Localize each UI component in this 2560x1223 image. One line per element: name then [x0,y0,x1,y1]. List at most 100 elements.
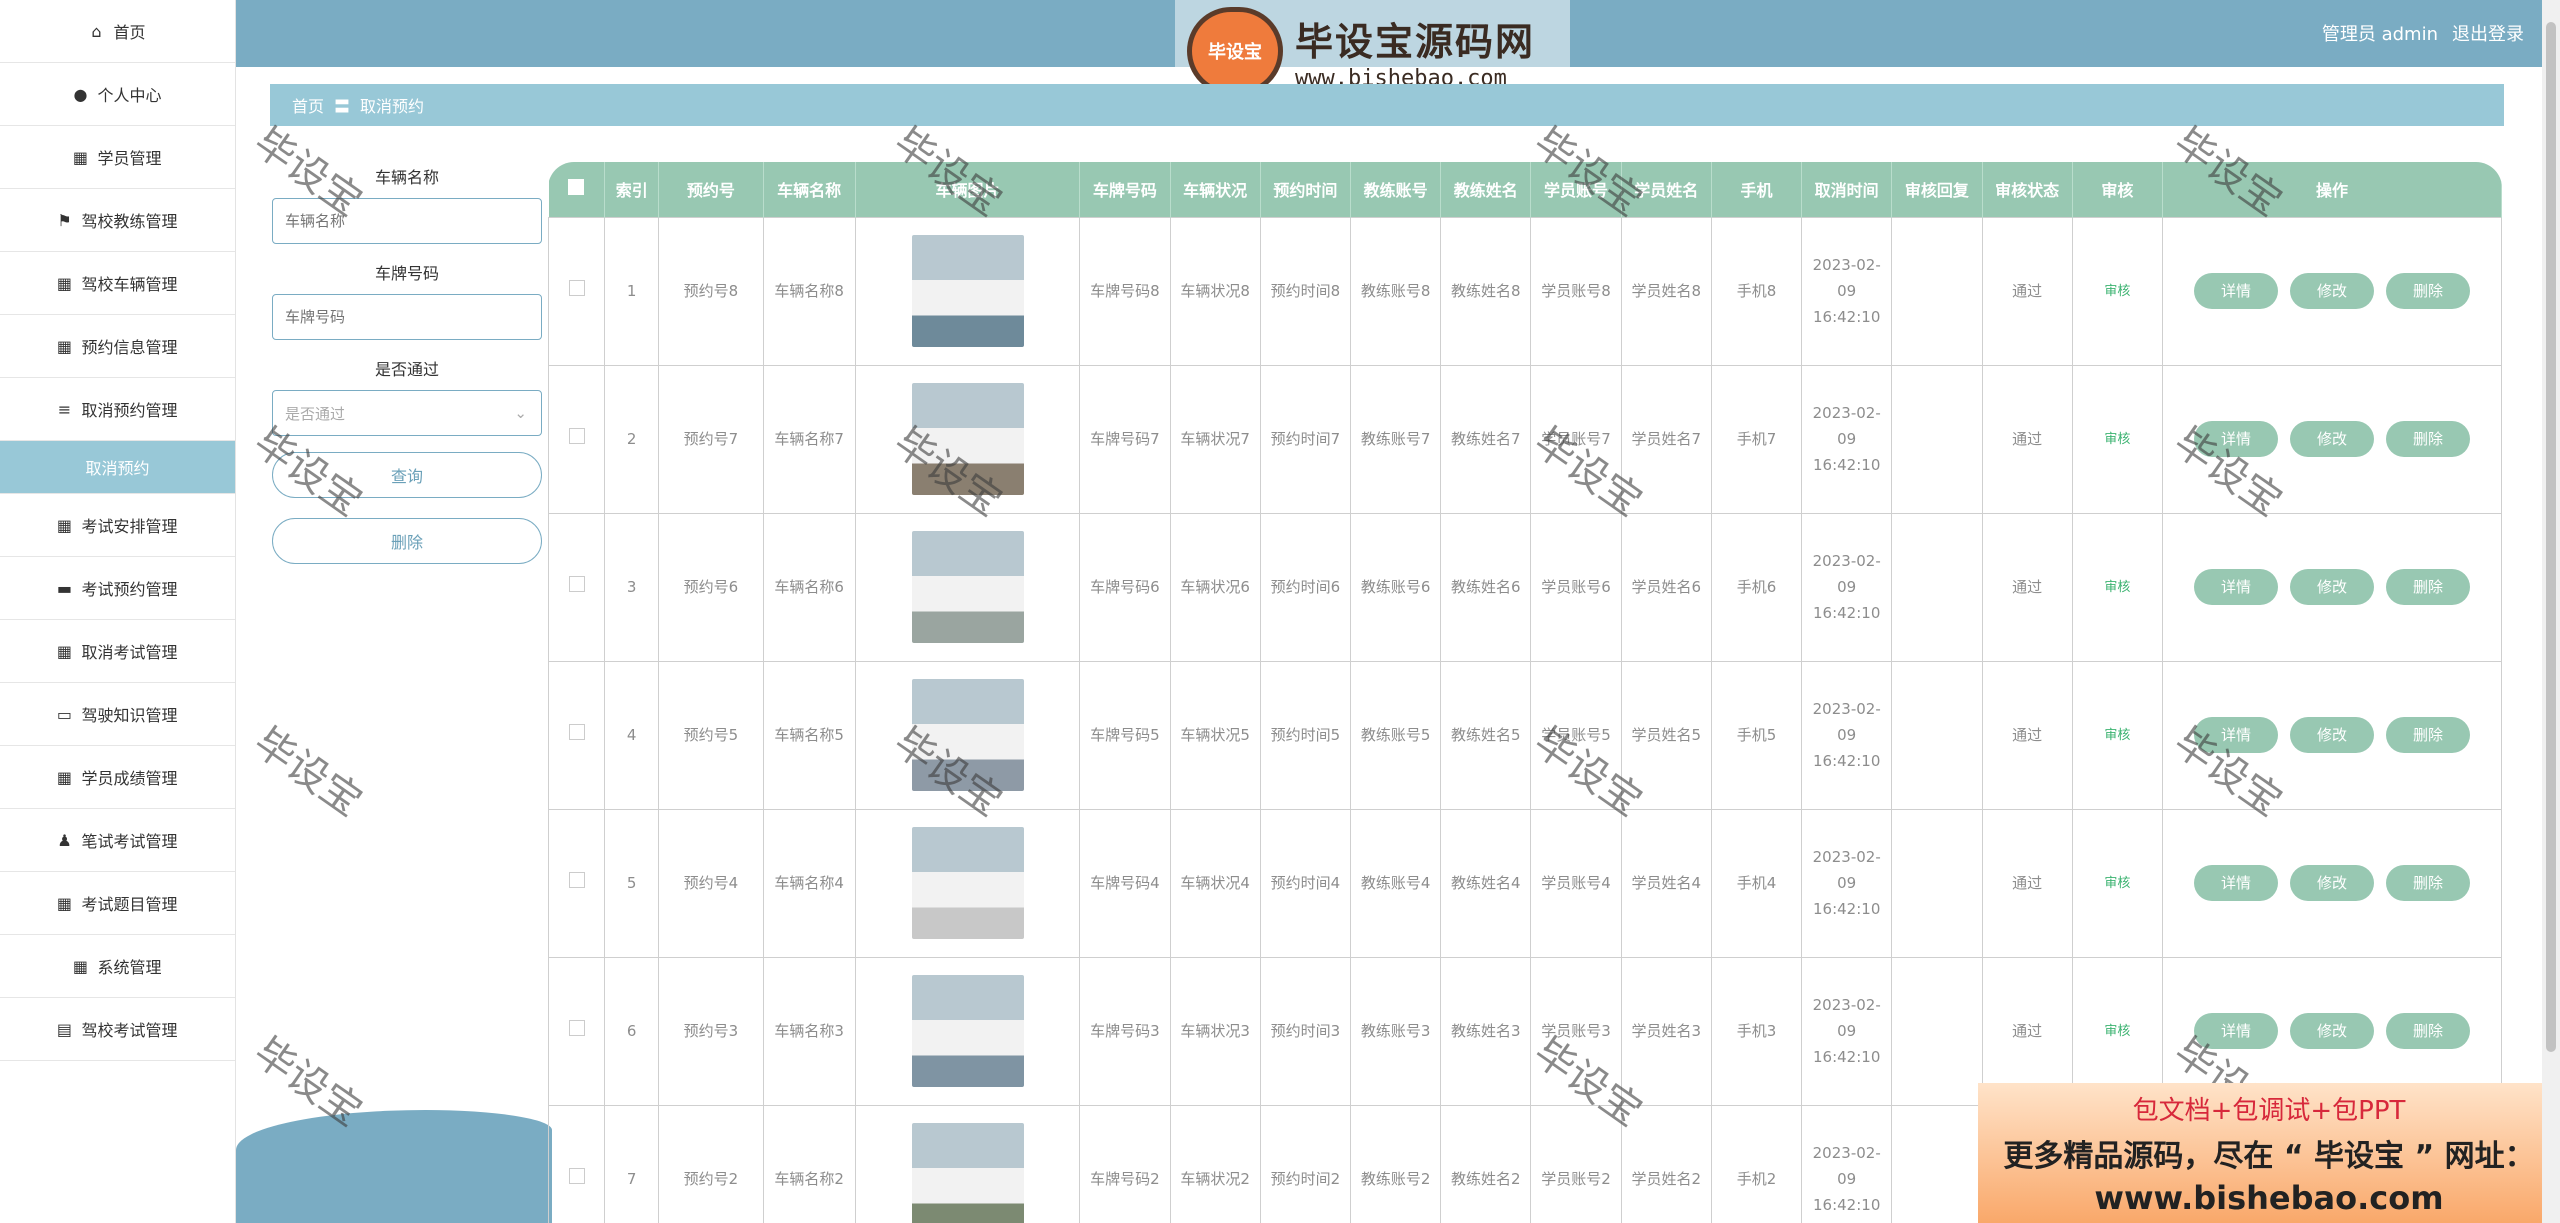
cell-cancel: 2023-02-09 16:42:10 [1801,512,1893,662]
sidebar-item-15[interactable]: ▦ 系统管理 [0,935,235,998]
edit-button[interactable]: 修改 [2289,865,2374,901]
detail-button[interactable]: 详情 [2193,273,2278,309]
vehicle-photo[interactable] [911,235,1024,347]
select-all-header[interactable] [548,162,606,217]
cell-cname: 教练姓名4 [1440,808,1532,958]
delete-row-button[interactable]: 删除 [2385,569,2470,605]
grid-icon: ▦ [56,767,73,787]
edit-button[interactable]: 修改 [2289,1013,2374,1049]
cell-cacc: 教练账号6 [1349,512,1442,662]
audit-link[interactable]: 审核 [2104,284,2130,299]
sidebar-item-6[interactable]: ≡ 取消预约管理 [0,378,235,441]
row-checkbox[interactable] [568,576,585,592]
sidebar-item-16[interactable]: ▤ 驾校考试管理 [0,998,235,1061]
promo-line-1: 包文档+包调试+包PPT [2132,1095,2406,1126]
vehicle-photo[interactable] [911,531,1024,643]
audit-link[interactable]: 审核 [2104,728,2130,743]
cancel-booking-table: 索引 预约号 车辆名称 车辆图片 车牌号码 车辆状况 预约时间 教练账号 教练姓名 学员账号 学员姓… [548,162,2502,1223]
row-select-cell [548,956,606,1106]
cell-index: 3 [604,512,660,662]
row-checkbox[interactable] [568,280,585,296]
sidebar-item-8[interactable]: ▦ 考试安排管理 [0,494,235,557]
sidebar-item-7[interactable]: 取消预约 [0,441,235,494]
edit-button[interactable]: 修改 [2289,273,2374,309]
delete-row-button[interactable]: 删除 [2385,717,2470,753]
sidebar-item-14[interactable]: ▦ 考试题目管理 [0,872,235,935]
clipboard-icon: ▤ [56,1019,73,1039]
cell-cancel: 2023-02-09 16:42:10 [1801,364,1893,514]
cell-reply [1891,512,1983,662]
row-checkbox[interactable] [568,428,585,444]
sidebar-item-3[interactable]: ⚑ 驾校教练管理 [0,189,235,252]
grid-icon: ▦ [56,336,73,356]
logout-link[interactable]: 退出登录 [2452,20,2524,46]
edit-button[interactable]: 修改 [2289,421,2374,457]
pass-select[interactable]: 是否通过 ⌄ [272,390,542,436]
breadcrumb-home[interactable]: 首页 [292,93,324,117]
sidebar-item-label: 考试安排管理 [81,517,178,536]
vehicle-photo[interactable] [911,383,1024,495]
logo-title: 毕设宝源码网 [1295,20,1536,64]
audit-link[interactable]: 审核 [2104,876,2130,891]
column-header: 索引 [604,162,660,217]
sidebar-item-10[interactable]: ▦ 取消考试管理 [0,620,235,683]
vehicle-photo[interactable] [911,827,1024,939]
row-checkbox[interactable] [568,1168,585,1184]
column-header: 预约号 [658,162,764,217]
delete-row-button[interactable]: 删除 [2385,1013,2470,1049]
sidebar-item-label: 取消预约 [85,459,150,478]
vehicle-photo[interactable] [911,975,1024,1087]
detail-button[interactable]: 详情 [2193,865,2278,901]
vehicle-name-input[interactable] [272,198,542,244]
edit-button[interactable]: 修改 [2289,717,2374,753]
detail-button[interactable]: 详情 [2193,421,2278,457]
cell-phone: 手机7 [1710,364,1803,514]
cell-time: 预约时间3 [1259,956,1351,1106]
detail-button[interactable]: 详情 [2193,717,2278,753]
cell-sname: 学员姓名4 [1620,808,1712,958]
plate-input[interactable] [272,294,542,340]
delete-button[interactable]: 删除 [272,518,542,564]
row-checkbox[interactable] [568,724,585,740]
audit-link[interactable]: 审核 [2104,432,2130,447]
row-select-cell [548,216,606,366]
vehicle-name-label: 车辆名称 [374,168,439,187]
vehicle-photo[interactable] [911,1123,1024,1223]
select-all-checkbox[interactable] [568,179,585,196]
delete-row-button[interactable]: 删除 [2385,865,2470,901]
sidebar-item-9[interactable]: ▬ 考试预约管理 [0,557,235,620]
audit-link[interactable]: 审核 [2104,580,2130,595]
cell-vname: 车辆名称2 [762,1104,856,1223]
column-header: 车辆名称 [763,162,856,217]
scrollbar-thumb[interactable] [2546,22,2556,1052]
row-checkbox[interactable] [568,1020,585,1036]
sidebar-item-13[interactable]: ♟ 笔试考试管理 [0,809,235,872]
sidebar-item-4[interactable]: ▦ 驾校车辆管理 [0,252,235,315]
audit-link[interactable]: 审核 [2104,1024,2130,1039]
watermark: 毕设宝 [245,719,371,826]
logo-badge: 毕设宝 [1187,7,1283,95]
edit-button[interactable]: 修改 [2289,569,2374,605]
cell-sname: 学员姓名7 [1620,364,1712,514]
row-checkbox[interactable] [568,872,585,888]
vehicle-image-cell [854,364,1081,514]
user-info: 管理员 admin 退出登录 [2322,20,2524,46]
actions-cell: 详情修改删除 [2161,216,2502,366]
detail-button[interactable]: 详情 [2193,1013,2278,1049]
detail-button[interactable]: 详情 [2193,569,2278,605]
sidebar-item-11[interactable]: ▭ 驾驶知识管理 [0,683,235,746]
cell-sname: 学员姓名8 [1620,216,1712,366]
vertical-scrollbar[interactable] [2542,0,2560,1223]
delete-row-button[interactable]: 删除 [2385,273,2470,309]
delete-row-button[interactable]: 删除 [2385,421,2470,457]
sidebar-item-1[interactable]: ● 个人中心 [0,63,235,126]
cell-sname: 学员姓名5 [1620,660,1712,810]
query-button[interactable]: 查询 [272,452,542,498]
sidebar-item-label: 驾校车辆管理 [81,275,178,294]
cell-cacc: 教练账号4 [1349,808,1442,958]
sidebar-item-5[interactable]: ▦ 预约信息管理 [0,315,235,378]
sidebar-item-2[interactable]: ▦ 学员管理 [0,126,235,189]
sidebar-item-0[interactable]: ⌂ 首页 [0,0,235,63]
vehicle-photo[interactable] [911,679,1024,791]
sidebar-item-12[interactable]: ▦ 学员成绩管理 [0,746,235,809]
